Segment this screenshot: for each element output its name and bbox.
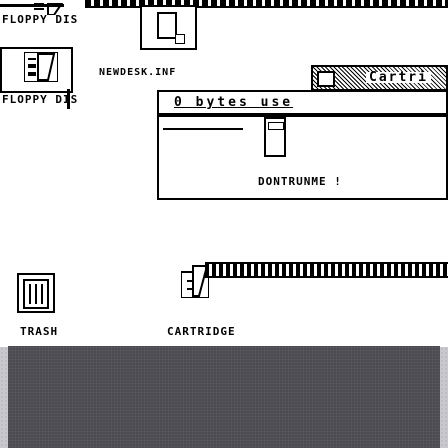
bottom-frame (8, 346, 440, 448)
small-window-inner (157, 12, 177, 39)
cartridge-info: 0 bytes use (174, 95, 294, 110)
cartridge-title-bar[interactable]: Cartri (311, 65, 448, 91)
floppy-disk-label: FLOPPY DIS (2, 13, 79, 26)
trash-can-icon (17, 273, 55, 313)
small-window-corner (175, 34, 185, 44)
dialog-icon-bar (268, 122, 284, 130)
trash-label: TRASH (20, 325, 59, 338)
cartridge-label: CARTRIDGE (167, 325, 236, 338)
selection-underline (0, 4, 64, 7)
floppy2-icon (23, 51, 59, 83)
floppy2-right-edge (67, 89, 70, 109)
dialog-button-left[interactable] (163, 118, 243, 130)
close-box-icon[interactable] (317, 71, 335, 87)
dialog-message: DONTRUNME ! (258, 175, 342, 188)
newdesk-title: NEWDESK.INF (99, 67, 177, 78)
trash-icon[interactable] (16, 272, 56, 314)
cartridge-icon-top-bar (205, 262, 448, 278)
cartridge-title: Cartri (366, 71, 431, 84)
